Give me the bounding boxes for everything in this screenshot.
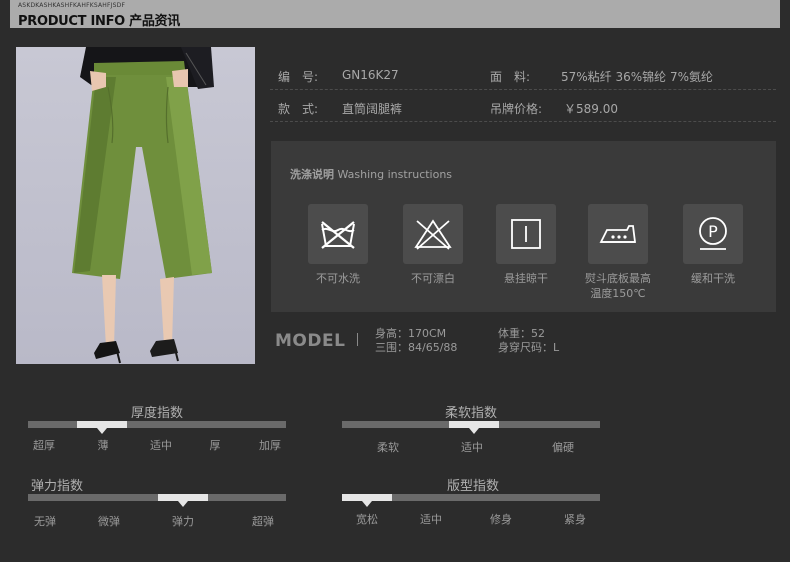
wash-label-hang-dry: 悬挂晾干 <box>504 272 548 285</box>
washing-title-cn: 洗涤说明 <box>290 168 334 181</box>
wash-item-iron: 熨斗底板最高 温度150℃ <box>568 204 668 301</box>
thickness-tick: 薄 <box>97 439 109 452</box>
thickness-tick: 超厚 <box>33 439 55 452</box>
svg-text:P: P <box>708 222 718 241</box>
softness-tick: 适中 <box>461 441 483 454</box>
fabric-value: 57%粘纤 36%锦纶 7%氨纶 <box>561 70 714 84</box>
iron-icon <box>588 204 648 264</box>
elasticity-tick: 无弹 <box>34 515 56 528</box>
product-photo <box>16 47 255 364</box>
wash-item-no-wash: 不可水洗 <box>288 204 388 286</box>
fit-tick: 宽松 <box>356 513 378 526</box>
thickness-tick: 厚 <box>209 439 221 452</box>
header-bar: ASKDKASHKASHFKAHFKSAHFJSDF PRODUCT INFO … <box>10 0 780 29</box>
wash-label-no-wash: 不可水洗 <box>316 272 360 285</box>
thickness-scale-title: 厚度指数 <box>130 406 183 421</box>
style-label: 款 式: <box>278 102 319 116</box>
gentle-dry-clean-icon: P <box>683 204 743 264</box>
wash-label-iron: 熨斗底板最高 温度150℃ <box>568 271 668 301</box>
thickness-scale-track <box>28 421 286 434</box>
header-title: PRODUCT INFO 产品资讯 <box>18 14 180 29</box>
fit-tick: 紧身 <box>564 513 586 526</box>
washing-title-en: Washing instructions <box>337 168 453 181</box>
softness-scale-pointer <box>469 428 479 434</box>
code-label: 编 号: <box>278 70 319 84</box>
wash-label-iron-line2: 温度150℃ <box>590 287 646 300</box>
elasticity-tick: 超弹 <box>252 515 274 528</box>
price-value: ￥589.00 <box>564 102 618 116</box>
elasticity-tick: 弹力 <box>172 515 194 528</box>
wash-label-no-bleach: 不可漂白 <box>411 272 455 285</box>
header-small-text: ASKDKASHKASHFKAHFKSAHFJSDF <box>18 2 126 9</box>
fabric-label: 面 料: <box>490 70 531 84</box>
thickness-tick: 适中 <box>150 439 172 452</box>
wash-item-gentle-dry-clean: P 缓和干洗 <box>663 204 763 286</box>
style-value: 直筒阔腿裤 <box>342 102 403 116</box>
no-wash-icon <box>308 204 368 264</box>
wash-label-iron-line1: 熨斗底板最高 <box>585 272 651 285</box>
info-row-style-price: 款 式: 直筒阔腿裤 吊牌价格: ￥589.00 <box>270 92 776 122</box>
price-label: 吊牌价格: <box>490 102 543 116</box>
code-value: GN16K27 <box>342 68 399 82</box>
washing-title: 洗涤说明 Washing instructions <box>290 166 452 182</box>
wash-label-gentle-dry-clean: 缓和干洗 <box>691 272 735 285</box>
elasticity-scale-pointer <box>178 501 188 507</box>
elasticity-scale-title: 弹力指数 <box>31 479 84 494</box>
elasticity-scale-track <box>28 494 286 507</box>
fit-scale-track <box>342 494 600 507</box>
softness-scale-track <box>342 421 600 434</box>
softness-tick: 偏硬 <box>552 441 574 454</box>
model-divider <box>357 333 358 346</box>
washing-instructions-panel: 洗涤说明 Washing instructions 不可水洗 不可漂白 悬挂晾干… <box>271 141 776 312</box>
fit-tick: 修身 <box>490 513 512 526</box>
thickness-scale-fill <box>77 421 127 428</box>
fit-tick: 适中 <box>420 513 442 526</box>
elasticity-scale-fill <box>158 494 208 501</box>
thickness-tick: 加厚 <box>259 439 281 452</box>
fit-scale-fill <box>342 494 392 501</box>
wash-item-hang-dry: 悬挂晾干 <box>476 204 576 286</box>
model-size: 身穿尺码：L <box>498 341 560 354</box>
softness-scale-title: 柔软指数 <box>444 406 497 421</box>
fit-scale-title: 版型指数 <box>446 479 499 494</box>
no-bleach-icon <box>403 204 463 264</box>
wash-item-no-bleach: 不可漂白 <box>383 204 483 286</box>
thickness-scale-pointer <box>97 428 107 434</box>
softness-scale-fill <box>449 421 499 428</box>
fit-scale-pointer <box>362 501 372 507</box>
info-row-code-fabric: 编 号: GN16K27 面 料: 57%粘纤 36%锦纶 7%氨纶 <box>270 60 776 90</box>
softness-tick: 柔软 <box>377 441 399 454</box>
elasticity-tick: 微弹 <box>98 515 120 528</box>
hang-dry-icon <box>496 204 556 264</box>
model-measurements: 三围：84/65/88 <box>375 341 458 354</box>
model-heading: MODEL <box>275 331 346 351</box>
